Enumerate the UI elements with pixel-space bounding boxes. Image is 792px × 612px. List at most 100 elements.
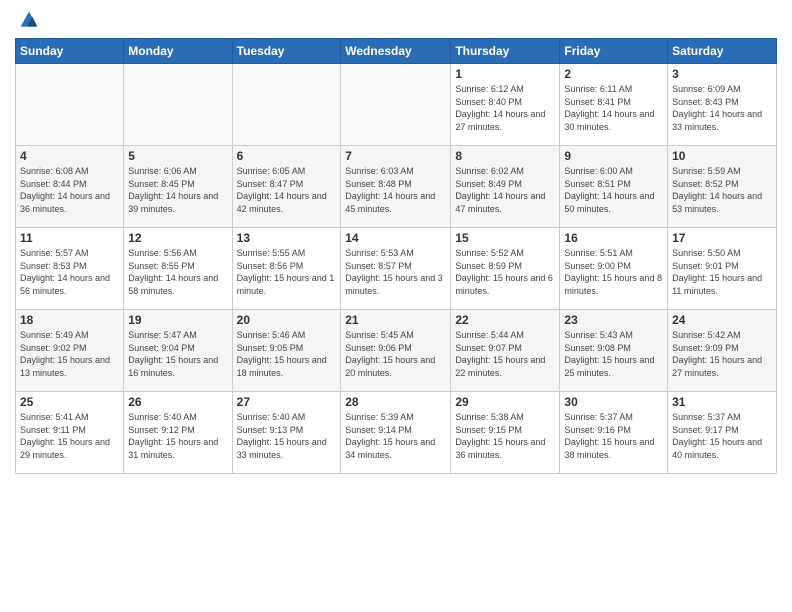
day-number: 26 <box>128 395 227 409</box>
day-number: 28 <box>345 395 446 409</box>
calendar-cell: 16 Sunrise: 5:51 AM Sunset: 9:00 PM Dayli… <box>560 228 668 310</box>
calendar-cell: 29 Sunrise: 5:38 AM Sunset: 9:15 PM Dayli… <box>451 392 560 474</box>
calendar-cell: 25Sunrise: 5:41 AM Sunset: 9:11 PM Dayli… <box>16 392 124 474</box>
day-number: 13 <box>237 231 337 245</box>
calendar-cell: 8 Sunrise: 6:02 AM Sunset: 8:49 PM Daylig… <box>451 146 560 228</box>
calendar-cell: 13 Sunrise: 5:55 AM Sunset: 8:56 PM Dayli… <box>232 228 341 310</box>
day-info: Sunrise: 5:38 AM Sunset: 9:15 PM Dayligh… <box>455 411 555 461</box>
calendar-cell: 15Sunrise: 5:52 AM Sunset: 8:59 PM Dayli… <box>451 228 560 310</box>
day-info: Sunrise: 5:47 AM Sunset: 9:04 PM Dayligh… <box>128 329 227 379</box>
weekday-header-friday: Friday <box>560 39 668 64</box>
day-info: Sunrise: 5:53 AM Sunset: 8:57 PM Dayligh… <box>345 247 446 297</box>
day-info: Sunrise: 5:50 AM Sunset: 9:01 PM Dayligh… <box>672 247 772 297</box>
day-number: 21 <box>345 313 446 327</box>
day-number: 27 <box>237 395 337 409</box>
calendar-cell: 20Sunrise: 5:46 AM Sunset: 9:05 PM Dayli… <box>232 310 341 392</box>
calendar-cell: 14 Sunrise: 5:53 AM Sunset: 8:57 PM Dayli… <box>341 228 451 310</box>
day-info: Sunrise: 5:55 AM Sunset: 8:56 PM Dayligh… <box>237 247 337 297</box>
calendar-cell: 22 Sunrise: 5:44 AM Sunset: 9:07 PM Dayli… <box>451 310 560 392</box>
day-info: Sunrise: 5:43 AM Sunset: 9:08 PM Dayligh… <box>564 329 663 379</box>
calendar-cell: 21Sunrise: 5:45 AM Sunset: 9:06 PM Dayli… <box>341 310 451 392</box>
week-row-2: 4Sunrise: 6:08 AM Sunset: 8:44 PM Daylig… <box>16 146 777 228</box>
day-info: Sunrise: 5:57 AM Sunset: 8:53 PM Dayligh… <box>20 247 119 297</box>
day-number: 11 <box>20 231 119 245</box>
calendar-cell: 23 Sunrise: 5:43 AM Sunset: 9:08 PM Dayli… <box>560 310 668 392</box>
day-number: 8 <box>455 149 555 163</box>
calendar-cell: 4Sunrise: 6:08 AM Sunset: 8:44 PM Daylig… <box>16 146 124 228</box>
day-number: 2 <box>564 67 663 81</box>
day-info: Sunrise: 6:03 AM Sunset: 8:48 PM Dayligh… <box>345 165 446 215</box>
calendar-cell: 18 Sunrise: 5:49 AM Sunset: 9:02 PM Dayli… <box>16 310 124 392</box>
day-number: 24 <box>672 313 772 327</box>
day-number: 16 <box>564 231 663 245</box>
calendar-cell: 24 Sunrise: 5:42 AM Sunset: 9:09 PM Dayli… <box>668 310 777 392</box>
header <box>15 10 777 30</box>
day-number: 14 <box>345 231 446 245</box>
day-info: Sunrise: 5:46 AM Sunset: 9:05 PM Dayligh… <box>237 329 337 379</box>
day-number: 19 <box>128 313 227 327</box>
weekday-header-row: SundayMondayTuesdayWednesdayThursdayFrid… <box>16 39 777 64</box>
calendar-table: SundayMondayTuesdayWednesdayThursdayFrid… <box>15 38 777 474</box>
calendar-cell: 27Sunrise: 5:40 AM Sunset: 9:13 PM Dayli… <box>232 392 341 474</box>
weekday-header-monday: Monday <box>124 39 232 64</box>
calendar-cell <box>232 64 341 146</box>
calendar-cell: 11 Sunrise: 5:57 AM Sunset: 8:53 PM Dayli… <box>16 228 124 310</box>
day-info: Sunrise: 5:37 AM Sunset: 9:16 PM Dayligh… <box>564 411 663 461</box>
day-number: 7 <box>345 149 446 163</box>
week-row-5: 25Sunrise: 5:41 AM Sunset: 9:11 PM Dayli… <box>16 392 777 474</box>
day-info: Sunrise: 6:09 AM Sunset: 8:43 PM Dayligh… <box>672 83 772 133</box>
day-info: Sunrise: 5:44 AM Sunset: 9:07 PM Dayligh… <box>455 329 555 379</box>
day-number: 23 <box>564 313 663 327</box>
calendar-cell: 2 Sunrise: 6:11 AM Sunset: 8:41 PM Daylig… <box>560 64 668 146</box>
day-info: Sunrise: 5:39 AM Sunset: 9:14 PM Dayligh… <box>345 411 446 461</box>
day-info: Sunrise: 6:02 AM Sunset: 8:49 PM Dayligh… <box>455 165 555 215</box>
day-number: 12 <box>128 231 227 245</box>
calendar-cell: 31Sunrise: 5:37 AM Sunset: 9:17 PM Dayli… <box>668 392 777 474</box>
calendar-cell: 5 Sunrise: 6:06 AM Sunset: 8:45 PM Daylig… <box>124 146 232 228</box>
day-number: 3 <box>672 67 772 81</box>
calendar-cell: 1 Sunrise: 6:12 AM Sunset: 8:40 PM Daylig… <box>451 64 560 146</box>
calendar-cell: 30Sunrise: 5:37 AM Sunset: 9:16 PM Dayli… <box>560 392 668 474</box>
calendar-page: SundayMondayTuesdayWednesdayThursdayFrid… <box>0 0 792 612</box>
weekday-header-wednesday: Wednesday <box>341 39 451 64</box>
day-info: Sunrise: 5:49 AM Sunset: 9:02 PM Dayligh… <box>20 329 119 379</box>
logo-icon <box>19 10 39 30</box>
calendar-cell: 28 Sunrise: 5:39 AM Sunset: 9:14 PM Dayli… <box>341 392 451 474</box>
calendar-cell: 12 Sunrise: 5:56 AM Sunset: 8:55 PM Dayli… <box>124 228 232 310</box>
day-number: 10 <box>672 149 772 163</box>
day-number: 1 <box>455 67 555 81</box>
day-info: Sunrise: 6:06 AM Sunset: 8:45 PM Dayligh… <box>128 165 227 215</box>
day-info: Sunrise: 5:40 AM Sunset: 9:12 PM Dayligh… <box>128 411 227 461</box>
calendar-cell: 9Sunrise: 6:00 AM Sunset: 8:51 PM Daylig… <box>560 146 668 228</box>
weekday-header-thursday: Thursday <box>451 39 560 64</box>
weekday-header-sunday: Sunday <box>16 39 124 64</box>
calendar-cell: 3 Sunrise: 6:09 AM Sunset: 8:43 PM Daylig… <box>668 64 777 146</box>
calendar-cell: 6Sunrise: 6:05 AM Sunset: 8:47 PM Daylig… <box>232 146 341 228</box>
calendar-cell <box>124 64 232 146</box>
day-number: 5 <box>128 149 227 163</box>
week-row-3: 11 Sunrise: 5:57 AM Sunset: 8:53 PM Dayli… <box>16 228 777 310</box>
calendar-cell: 26 Sunrise: 5:40 AM Sunset: 9:12 PM Dayli… <box>124 392 232 474</box>
day-info: Sunrise: 5:56 AM Sunset: 8:55 PM Dayligh… <box>128 247 227 297</box>
week-row-1: 1 Sunrise: 6:12 AM Sunset: 8:40 PM Daylig… <box>16 64 777 146</box>
calendar-cell: 19 Sunrise: 5:47 AM Sunset: 9:04 PM Dayli… <box>124 310 232 392</box>
day-info: Sunrise: 5:42 AM Sunset: 9:09 PM Dayligh… <box>672 329 772 379</box>
day-number: 4 <box>20 149 119 163</box>
logo <box>15 10 39 30</box>
day-number: 29 <box>455 395 555 409</box>
day-info: Sunrise: 6:12 AM Sunset: 8:40 PM Dayligh… <box>455 83 555 133</box>
day-number: 6 <box>237 149 337 163</box>
day-info: Sunrise: 5:41 AM Sunset: 9:11 PM Dayligh… <box>20 411 119 461</box>
week-row-4: 18 Sunrise: 5:49 AM Sunset: 9:02 PM Dayli… <box>16 310 777 392</box>
day-info: Sunrise: 6:11 AM Sunset: 8:41 PM Dayligh… <box>564 83 663 133</box>
day-number: 15 <box>455 231 555 245</box>
day-number: 18 <box>20 313 119 327</box>
calendar-cell: 10 Sunrise: 5:59 AM Sunset: 8:52 PM Dayli… <box>668 146 777 228</box>
day-info: Sunrise: 5:51 AM Sunset: 9:00 PM Dayligh… <box>564 247 663 297</box>
calendar-cell: 17Sunrise: 5:50 AM Sunset: 9:01 PM Dayli… <box>668 228 777 310</box>
day-number: 9 <box>564 149 663 163</box>
day-number: 22 <box>455 313 555 327</box>
weekday-header-saturday: Saturday <box>668 39 777 64</box>
day-info: Sunrise: 5:59 AM Sunset: 8:52 PM Dayligh… <box>672 165 772 215</box>
weekday-header-tuesday: Tuesday <box>232 39 341 64</box>
